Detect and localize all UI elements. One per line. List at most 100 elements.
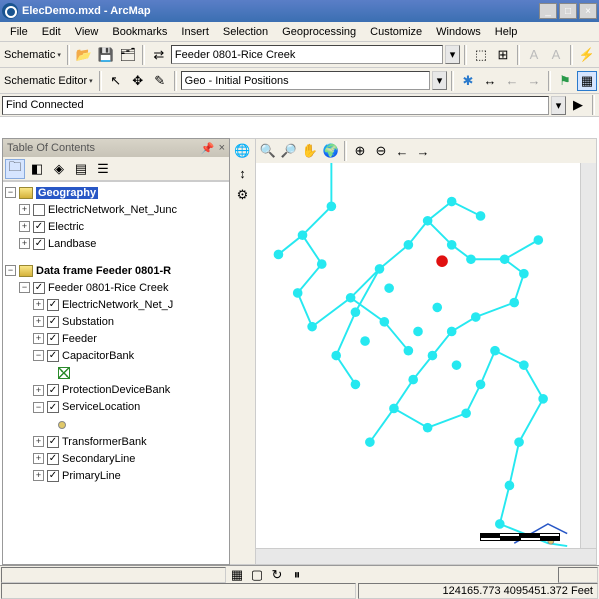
schematic-editor-menu[interactable]: Schematic Editor bbox=[2, 75, 95, 87]
checkbox[interactable]: ✓ bbox=[47, 453, 59, 465]
tree-item[interactable]: Electric bbox=[48, 221, 84, 233]
pin-icon[interactable]: 📌 bbox=[201, 142, 215, 155]
checkbox[interactable]: ✓ bbox=[47, 316, 59, 328]
flag-icon[interactable]: ⚑ bbox=[555, 71, 575, 91]
tree-item[interactable]: ProtectionDeviceBank bbox=[62, 384, 170, 396]
checkbox[interactable]: ✓ bbox=[47, 299, 59, 311]
pointer-icon[interactable]: ↖ bbox=[106, 71, 126, 91]
pause-icon[interactable]: ⏸ bbox=[287, 565, 307, 585]
tree-item[interactable]: PrimaryLine bbox=[62, 470, 121, 482]
tree-item[interactable]: Landbase bbox=[48, 238, 96, 250]
checkbox[interactable]: ✓ bbox=[47, 401, 59, 413]
add-icon[interactable]: ⊞ bbox=[493, 45, 513, 65]
menu-customize[interactable]: Customize bbox=[364, 24, 428, 40]
open-icon[interactable]: 📂 bbox=[74, 45, 94, 65]
text-a2-icon[interactable]: A bbox=[546, 45, 566, 65]
expand-icon[interactable]: + bbox=[33, 470, 44, 481]
checkbox[interactable]: ✓ bbox=[47, 384, 59, 396]
link-icon[interactable]: ⚡ bbox=[577, 45, 597, 65]
menu-view[interactable]: View bbox=[69, 24, 105, 40]
collapse-icon[interactable]: − bbox=[33, 350, 44, 361]
checkbox[interactable]: ✓ bbox=[47, 350, 59, 362]
tree-item[interactable]: ServiceLocation bbox=[62, 401, 140, 413]
checkbox[interactable]: ✓ bbox=[33, 238, 45, 250]
expand-icon[interactable]: + bbox=[33, 453, 44, 464]
gear-icon[interactable]: ⚙ bbox=[233, 185, 253, 205]
tree-item[interactable]: TransformerBank bbox=[62, 436, 147, 448]
close-button[interactable]: × bbox=[579, 3, 597, 19]
prev-extent-icon[interactable]: ← bbox=[392, 141, 412, 161]
expand-icon[interactable]: + bbox=[19, 238, 30, 249]
search-dd-icon[interactable]: ▾ bbox=[551, 96, 566, 115]
globe-icon[interactable]: 🌐 bbox=[233, 141, 253, 161]
extent-icon[interactable]: ⬚ bbox=[471, 45, 491, 65]
next-extent-icon[interactable]: → bbox=[413, 141, 433, 161]
menu-insert[interactable]: Insert bbox=[175, 24, 215, 40]
fixed-zoom-in-icon[interactable]: ⊕ bbox=[350, 141, 370, 161]
dropdown-icon[interactable]: ▾ bbox=[445, 45, 460, 64]
expand-icon[interactable]: + bbox=[33, 385, 44, 396]
schematic-menu[interactable]: Schematic bbox=[2, 49, 63, 61]
fwd-icon[interactable]: → bbox=[524, 71, 544, 91]
tree-item[interactable]: Substation bbox=[62, 316, 114, 328]
full-extent-icon[interactable]: 🌍 bbox=[321, 141, 341, 161]
list-by-source-icon[interactable]: ◧ bbox=[27, 159, 47, 179]
tree-item[interactable]: CapacitorBank bbox=[62, 350, 134, 362]
tree-item[interactable]: SecondaryLine bbox=[62, 453, 135, 465]
list-by-selection-icon[interactable]: ▤ bbox=[71, 159, 91, 179]
menu-edit[interactable]: Edit bbox=[36, 24, 67, 40]
checkbox[interactable]: ✓ bbox=[47, 436, 59, 448]
menu-help[interactable]: Help bbox=[489, 24, 524, 40]
layers-icon[interactable]: 🗂 bbox=[118, 45, 138, 65]
tree-item[interactable]: ElectricNetwork_Net_Junc bbox=[48, 204, 177, 216]
pan-icon[interactable]: ✋ bbox=[300, 141, 320, 161]
expand-icon[interactable]: ↔ bbox=[480, 71, 500, 91]
menu-windows[interactable]: Windows bbox=[430, 24, 487, 40]
tree-dataframe[interactable]: Data frame Feeder 0801-R bbox=[36, 265, 171, 277]
expand-icon[interactable]: + bbox=[33, 436, 44, 447]
graph-icon[interactable]: ✱ bbox=[458, 71, 478, 91]
expand-icon[interactable]: + bbox=[33, 333, 44, 344]
back-icon[interactable]: ← bbox=[502, 71, 522, 91]
checkbox[interactable] bbox=[33, 204, 45, 216]
expand-icon[interactable]: + bbox=[19, 221, 30, 232]
layout-dropdown[interactable]: Geo - Initial Positions bbox=[181, 71, 430, 90]
expand-icon[interactable]: + bbox=[19, 204, 30, 215]
maximize-button[interactable]: □ bbox=[559, 3, 577, 19]
save-icon[interactable]: 💾 bbox=[96, 45, 116, 65]
map-canvas[interactable] bbox=[256, 163, 580, 548]
text-a-icon[interactable]: A bbox=[524, 45, 544, 65]
menu-geoprocessing[interactable]: Geoprocessing bbox=[276, 24, 362, 40]
feeder-dropdown[interactable]: Feeder 0801-Rice Creek bbox=[171, 45, 443, 64]
fixed-zoom-out-icon[interactable]: ⊖ bbox=[371, 141, 391, 161]
close-toc-icon[interactable]: × bbox=[219, 142, 225, 154]
collapse-icon[interactable]: − bbox=[19, 282, 30, 293]
data-view-icon[interactable]: ▦ bbox=[227, 565, 247, 585]
expand-icon[interactable]: + bbox=[33, 316, 44, 327]
draw-icon[interactable]: ✎ bbox=[150, 71, 170, 91]
options-icon[interactable]: ☰ bbox=[93, 159, 113, 179]
collapse-icon[interactable]: − bbox=[33, 402, 44, 413]
zoom-out-icon[interactable]: 🔎 bbox=[279, 141, 299, 161]
list-by-visibility-icon[interactable]: ◈ bbox=[49, 159, 69, 179]
tree-geography[interactable]: Geography bbox=[36, 187, 98, 199]
sort-icon[interactable]: ↕ bbox=[233, 163, 253, 183]
horizontal-scrollbar[interactable] bbox=[256, 548, 596, 564]
move-icon[interactable]: ✥ bbox=[128, 71, 148, 91]
dropdown2-icon[interactable]: ▾ bbox=[432, 71, 447, 90]
tree-item[interactable]: Feeder bbox=[62, 333, 97, 345]
collapse-icon[interactable]: − bbox=[5, 187, 16, 198]
tree-item[interactable]: Feeder 0801-Rice Creek bbox=[48, 282, 168, 294]
checkbox[interactable]: ✓ bbox=[47, 470, 59, 482]
search-go-icon[interactable]: ▶ bbox=[568, 95, 588, 115]
search-input[interactable] bbox=[2, 96, 549, 115]
menu-selection[interactable]: Selection bbox=[217, 24, 274, 40]
layout-view-icon[interactable]: ▢ bbox=[247, 565, 267, 585]
menu-bookmarks[interactable]: Bookmarks bbox=[106, 24, 173, 40]
zoom-in-icon[interactable]: 🔍 bbox=[258, 141, 278, 161]
checkbox[interactable]: ✓ bbox=[33, 282, 45, 294]
menu-file[interactable]: File bbox=[4, 24, 34, 40]
switch-icon[interactable]: ⇄ bbox=[149, 45, 169, 65]
expand-icon[interactable]: + bbox=[33, 299, 44, 310]
collapse-icon[interactable]: − bbox=[5, 265, 16, 276]
